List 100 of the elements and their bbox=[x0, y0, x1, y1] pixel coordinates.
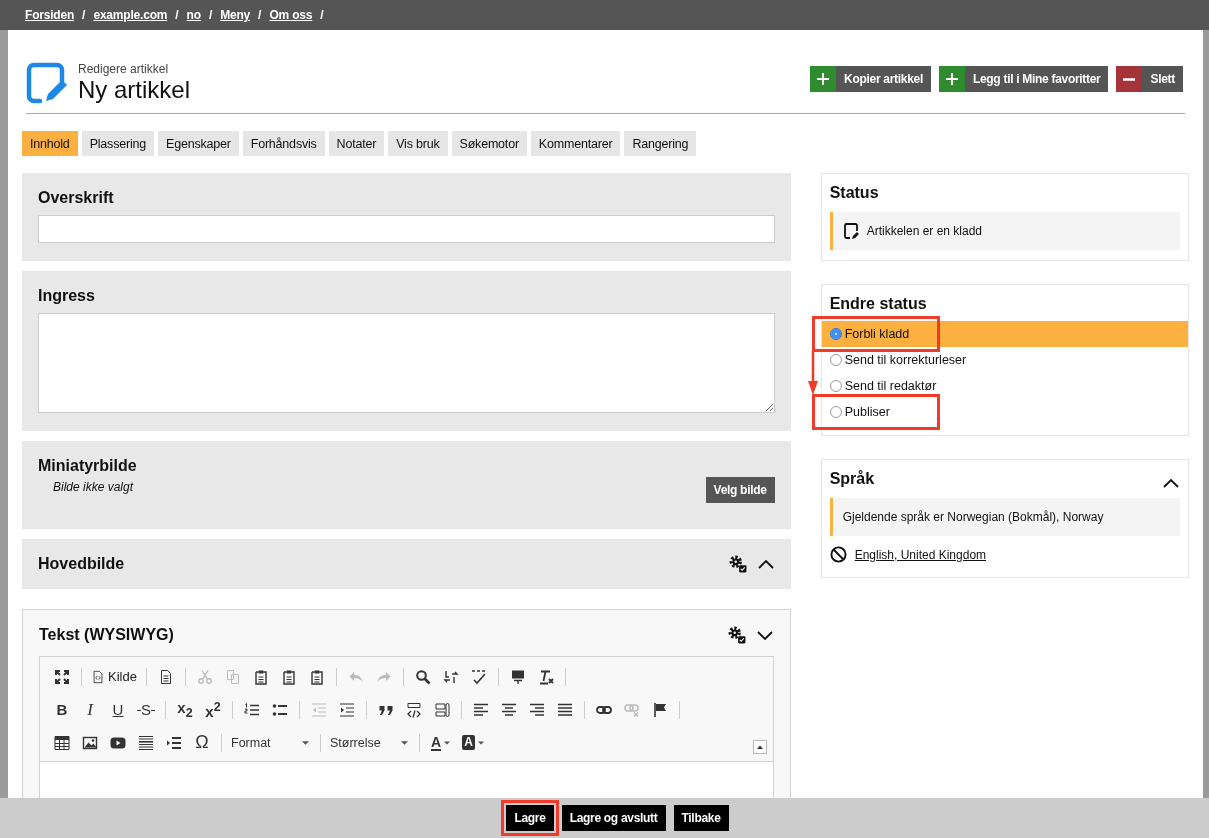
tab[interactable]: Innhold bbox=[22, 131, 78, 156]
settings-icon[interactable] bbox=[728, 555, 747, 573]
footer-button[interactable]: Tilbake bbox=[673, 805, 729, 831]
input-field[interactable] bbox=[38, 215, 775, 243]
image-status-text: Bilde ikke valgt bbox=[53, 480, 134, 494]
radio-button[interactable] bbox=[829, 380, 842, 392]
block-icon bbox=[829, 546, 847, 563]
caret-icon bbox=[444, 740, 451, 745]
breadcrumb-link[interactable]: Meny bbox=[220, 8, 251, 22]
tab[interactable]: Forhåndsvis bbox=[242, 131, 325, 156]
status-option[interactable]: Forbli kladd bbox=[821, 321, 1188, 347]
breadcrumb-separator: / bbox=[208, 8, 213, 22]
collapse-toolbar-icon[interactable] bbox=[752, 739, 767, 754]
tab[interactable]: Kommentarer bbox=[530, 131, 621, 156]
input-field[interactable] bbox=[38, 313, 775, 413]
field-label: Tekst (WYSIWYG) bbox=[39, 626, 174, 644]
breadcrumb-link[interactable]: Om oss bbox=[269, 8, 313, 22]
dropdown[interactable]: Størrelse bbox=[326, 735, 414, 750]
justify-icon[interactable] bbox=[557, 701, 573, 718]
tab[interactable]: Plassering bbox=[81, 131, 154, 156]
source-code-icon bbox=[91, 669, 105, 684]
plus-icon bbox=[816, 72, 831, 86]
flag-icon[interactable] bbox=[652, 701, 668, 718]
breadcrumb-link[interactable]: no bbox=[186, 8, 201, 22]
language-link[interactable]: English, United Kingdom bbox=[854, 547, 987, 562]
replace-icon[interactable] bbox=[442, 668, 459, 685]
status-option[interactable]: Send til korrekturleser bbox=[821, 347, 1188, 373]
action-button[interactable]: Slett bbox=[1116, 66, 1183, 92]
card-title: Endre status bbox=[829, 295, 928, 314]
caret-icon bbox=[401, 740, 408, 745]
bold-button[interactable]: B bbox=[48, 701, 76, 718]
edit-document-icon bbox=[26, 62, 68, 104]
superscript-button[interactable]: x$^{2}$ bbox=[199, 699, 227, 720]
indent-icon[interactable] bbox=[339, 701, 355, 718]
dropdown[interactable]: Format bbox=[227, 735, 315, 750]
radio-button[interactable] bbox=[829, 354, 842, 366]
radio-button[interactable] bbox=[829, 328, 842, 340]
settings-icon[interactable] bbox=[727, 626, 746, 644]
numbered-list-icon[interactable] bbox=[244, 701, 260, 718]
status-text: Artikkelen er en kladd bbox=[866, 224, 983, 238]
tab[interactable]: Søkemotor bbox=[451, 131, 527, 156]
chevron-icon[interactable] bbox=[755, 628, 774, 642]
status-option[interactable]: Publiser bbox=[821, 399, 1188, 425]
clipboard-icon[interactable] bbox=[252, 668, 269, 685]
background-color-button[interactable]: A bbox=[456, 735, 490, 750]
div-icon[interactable] bbox=[406, 701, 422, 718]
container-icon[interactable] bbox=[434, 701, 450, 718]
spellcheck-icon[interactable] bbox=[470, 668, 487, 685]
card-title: Status bbox=[829, 184, 880, 203]
breadcrumb-separator: / bbox=[82, 8, 86, 22]
page-subtitle: Redigere artikkel bbox=[78, 62, 170, 76]
special-character-button[interactable]: Ω bbox=[188, 732, 216, 753]
tab[interactable]: Vis bruk bbox=[388, 131, 448, 156]
chevron-icon[interactable] bbox=[1162, 476, 1180, 490]
clipboard-icon[interactable] bbox=[308, 668, 325, 685]
bullet-list-icon[interactable] bbox=[272, 701, 288, 718]
footer-button[interactable]: Lagre og avslutt bbox=[561, 805, 666, 831]
clear-format-icon[interactable] bbox=[537, 668, 554, 685]
tab[interactable]: Notater bbox=[328, 131, 385, 156]
align-left-icon[interactable] bbox=[473, 701, 489, 718]
source-button[interactable]: Kilde bbox=[87, 669, 141, 684]
status-option[interactable]: Send til redaktør bbox=[821, 373, 1188, 399]
table-icon[interactable] bbox=[54, 734, 70, 751]
current-language-text: Gjeldende språk er Norwegian (Bokmål), Norway bbox=[842, 510, 1104, 524]
footer-button[interactable]: Lagre bbox=[506, 805, 554, 831]
expand-icon[interactable] bbox=[54, 668, 70, 685]
strikethrough-button[interactable]: S bbox=[132, 701, 160, 718]
action-button[interactable]: Legg til i Mine favoritter bbox=[938, 66, 1109, 92]
italic-button[interactable]: I bbox=[76, 699, 104, 720]
clipboard-icon[interactable] bbox=[280, 668, 297, 685]
minus-icon bbox=[1122, 77, 1137, 81]
underline-button[interactable]: U bbox=[104, 701, 132, 718]
action-button[interactable]: Kopier artikkel bbox=[810, 66, 931, 92]
breadcrumb-link[interactable]: Forsiden bbox=[25, 8, 75, 22]
text-color-button[interactable]: A bbox=[425, 734, 457, 751]
plus-icon bbox=[944, 72, 959, 86]
tab[interactable]: Rangering bbox=[624, 131, 697, 156]
text-block-icon[interactable] bbox=[509, 668, 526, 685]
search-icon[interactable] bbox=[414, 668, 431, 685]
tab[interactable]: Egenskaper bbox=[158, 131, 239, 156]
indent-list-icon[interactable] bbox=[166, 734, 182, 751]
subscript-button[interactable]: x$_{2}$ bbox=[171, 699, 199, 720]
align-right-icon[interactable] bbox=[529, 701, 545, 718]
breadcrumb-separator: / bbox=[258, 8, 262, 22]
breadcrumb-separator: / bbox=[320, 8, 324, 22]
breadcrumb-link[interactable]: example.com bbox=[93, 8, 168, 22]
image-icon[interactable] bbox=[82, 734, 98, 751]
lines-icon[interactable] bbox=[138, 734, 154, 751]
field-label: Hovedbilde bbox=[38, 555, 125, 573]
radio-button[interactable] bbox=[829, 406, 842, 418]
card-title: Språk bbox=[829, 470, 875, 489]
field-label: Miniatyrbilde bbox=[38, 457, 137, 475]
page-title: Ny artikkel bbox=[78, 76, 191, 104]
breadcrumb-separator: / bbox=[175, 8, 179, 22]
chevron-icon[interactable] bbox=[756, 557, 775, 571]
field-label: Ingress bbox=[38, 287, 95, 305]
field-label: Overskrift bbox=[38, 189, 114, 207]
align-center-icon[interactable] bbox=[501, 701, 517, 718]
caret-icon bbox=[477, 740, 484, 745]
choose-image-button[interactable]: Velg bilde bbox=[705, 477, 775, 503]
